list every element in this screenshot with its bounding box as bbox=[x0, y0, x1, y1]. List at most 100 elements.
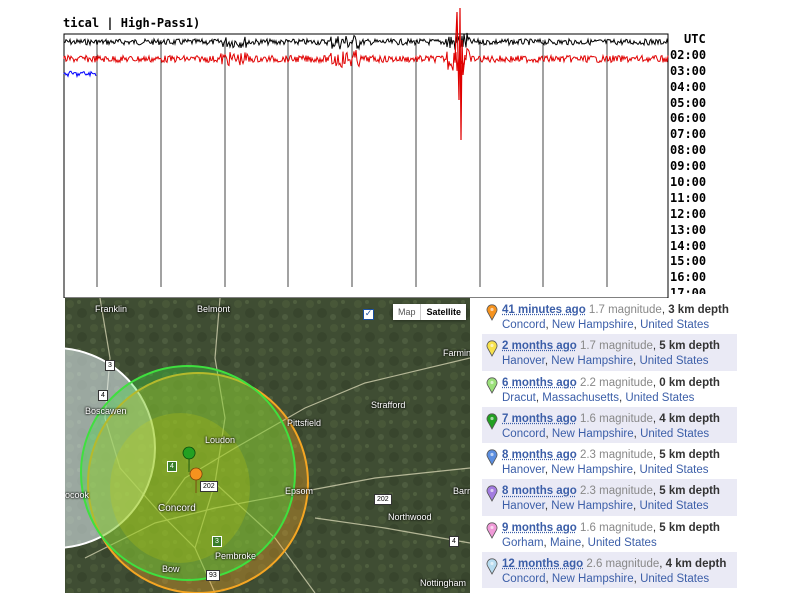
hour-label: 15:00 bbox=[670, 254, 707, 269]
hour-label: 16:00 bbox=[670, 270, 707, 285]
quake-state-link[interactable]: New Hampshire bbox=[551, 355, 633, 367]
marker-pin-icon bbox=[486, 377, 498, 394]
place-label: Pittsfield bbox=[287, 418, 322, 428]
quake-country-link[interactable]: United States bbox=[640, 319, 709, 331]
seismogram-spike bbox=[454, 7, 466, 141]
hour-label: 09:00 bbox=[670, 159, 707, 174]
quake-city-link[interactable]: Hanover bbox=[502, 464, 545, 476]
earthquake-map[interactable]: Franklin Belmont Farmington Boscawen Str… bbox=[65, 298, 470, 593]
marker-pin-icon bbox=[486, 485, 498, 503]
quake-country-link[interactable]: United States bbox=[639, 355, 708, 367]
utc-hour-labels: UTC 02:00 03:00 04:00 05:00 06:00 07:00 … bbox=[670, 32, 730, 294]
hour-label: 17:00 bbox=[670, 286, 707, 295]
marker-pin-icon bbox=[486, 413, 498, 430]
seismogram-trace-black bbox=[63, 32, 669, 51]
place-label: ocook bbox=[65, 490, 90, 500]
quake-state-link[interactable]: Massachusetts bbox=[542, 392, 619, 404]
quake-country-link[interactable]: United States bbox=[625, 392, 694, 404]
quake-state-link[interactable]: New Hampshire bbox=[551, 464, 633, 476]
quake-magnitude: 1.6 magnitude bbox=[579, 412, 653, 425]
route-shield: 4 bbox=[98, 390, 108, 401]
route-shield: 202 bbox=[200, 481, 218, 492]
map-view-button[interactable]: Map bbox=[393, 304, 422, 320]
place-label: Northwood bbox=[388, 512, 432, 522]
map-layer-checkbox[interactable]: ✓ bbox=[363, 309, 374, 320]
quake-time-link[interactable]: 12 months ago bbox=[502, 558, 583, 570]
seismogram-panel: tical | High-Pass1) UTC 02:00 03:00 04:0… bbox=[0, 0, 800, 298]
route-shield: 4 bbox=[167, 461, 177, 472]
marker-pin-icon bbox=[486, 449, 498, 467]
quake-city-link[interactable]: Concord bbox=[502, 319, 545, 331]
quake-city-link[interactable]: Hanover bbox=[502, 500, 545, 512]
quake-depth: 5 km depth bbox=[659, 521, 720, 534]
hour-label: 11:00 bbox=[670, 190, 707, 205]
earthquake-list-item: 7 months ago 1.6 magnitude, 4 km depth Co… bbox=[482, 406, 737, 444]
place-label: Farmington bbox=[443, 348, 470, 358]
route-shield: 3 bbox=[212, 536, 222, 547]
quake-country-link[interactable]: United States bbox=[639, 500, 708, 512]
quake-time-link[interactable]: 2 months ago bbox=[502, 340, 577, 352]
route-shield: 3 bbox=[105, 360, 115, 371]
quake-city-link[interactable]: Concord bbox=[502, 573, 545, 585]
quake-time-link[interactable]: 8 months ago bbox=[502, 485, 577, 497]
quake-city-link[interactable]: Gorham bbox=[502, 537, 544, 549]
quake-city-link[interactable]: Concord bbox=[502, 428, 545, 440]
route-shield: 93 bbox=[206, 570, 220, 581]
utc-label: UTC bbox=[684, 32, 706, 46]
quake-magnitude: 1.7 magnitude bbox=[588, 304, 662, 316]
quake-magnitude: 2.6 magnitude bbox=[586, 558, 660, 571]
earthquake-list-item: 2 months ago 1.7 magnitude, 5 km depth Ha… bbox=[482, 334, 737, 371]
marker-pin-icon bbox=[486, 558, 498, 575]
hour-label: 10:00 bbox=[670, 175, 707, 190]
earthquake-list-item: 9 months ago 1.6 magnitude, 5 km depth Go… bbox=[482, 516, 737, 552]
place-label: Barr bbox=[453, 486, 470, 496]
seismogram-title: tical | High-Pass1) bbox=[63, 16, 201, 30]
quake-country-link[interactable]: United States bbox=[640, 573, 709, 585]
quake-time-link[interactable]: 9 months ago bbox=[502, 522, 577, 534]
hour-label: 03:00 bbox=[670, 63, 707, 78]
quake-depth: 4 km depth bbox=[659, 412, 720, 425]
hour-label: 07:00 bbox=[670, 127, 707, 142]
quake-country-link[interactable]: United States bbox=[639, 464, 708, 476]
place-label: Strafford bbox=[371, 400, 406, 410]
quake-depth: 0 km depth bbox=[659, 376, 720, 389]
quake-time-link[interactable]: 8 months ago bbox=[502, 449, 577, 461]
route-shield: 4 bbox=[449, 536, 459, 547]
quake-state-link[interactable]: Maine bbox=[550, 537, 581, 549]
hour-label: 08:00 bbox=[670, 143, 707, 158]
quake-magnitude: 1.6 magnitude bbox=[579, 521, 653, 534]
seismogram-trace-blue bbox=[63, 70, 97, 79]
quake-magnitude: 2.3 magnitude bbox=[579, 485, 653, 498]
route-shield: 202 bbox=[374, 494, 392, 505]
quake-country-link[interactable]: United States bbox=[588, 537, 657, 549]
marker-pin-icon bbox=[486, 340, 498, 358]
place-label: Loudon bbox=[205, 435, 236, 445]
hour-label: 05:00 bbox=[670, 95, 707, 110]
seismogram-frame bbox=[63, 33, 669, 298]
place-label: Bow bbox=[162, 564, 180, 574]
place-label: Boscawen bbox=[85, 406, 127, 416]
quake-city-link[interactable]: Dracut bbox=[502, 392, 536, 404]
quake-city-link[interactable]: Hanover bbox=[502, 355, 545, 367]
quake-state-link[interactable]: New Hampshire bbox=[552, 428, 634, 440]
quake-time-link[interactable]: 6 months ago bbox=[502, 377, 577, 389]
quake-state-link[interactable]: New Hampshire bbox=[551, 500, 633, 512]
place-label: Epsom bbox=[285, 486, 314, 496]
quake-magnitude: 1.7 magnitude bbox=[579, 340, 653, 353]
place-label: Franklin bbox=[95, 304, 128, 314]
earthquake-list-item: 12 months ago 2.6 magnitude, 4 km depth C… bbox=[482, 552, 737, 589]
earthquake-list-item: 41 minutes ago 1.7 magnitude, 3 km depth… bbox=[482, 298, 737, 334]
quake-magnitude: 2.3 magnitude bbox=[579, 449, 653, 462]
quake-state-link[interactable]: New Hampshire bbox=[552, 319, 634, 331]
satellite-view-button[interactable]: Satellite bbox=[421, 304, 466, 320]
place-label: Concord bbox=[158, 503, 196, 514]
earthquake-list-item: 8 months ago 2.3 magnitude, 5 km depth Ha… bbox=[482, 443, 737, 479]
quake-country-link[interactable]: United States bbox=[640, 428, 709, 440]
quake-depth: 3 km depth bbox=[668, 304, 729, 316]
earthquake-list-item: 6 months ago 2.2 magnitude, 0 km depth Dr… bbox=[482, 371, 737, 407]
quake-time-link[interactable]: 41 minutes ago bbox=[502, 304, 586, 316]
map-canvas[interactable] bbox=[65, 298, 470, 593]
quake-state-link[interactable]: New Hampshire bbox=[552, 573, 634, 585]
quake-depth: 5 km depth bbox=[659, 485, 720, 498]
quake-time-link[interactable]: 7 months ago bbox=[502, 413, 577, 425]
